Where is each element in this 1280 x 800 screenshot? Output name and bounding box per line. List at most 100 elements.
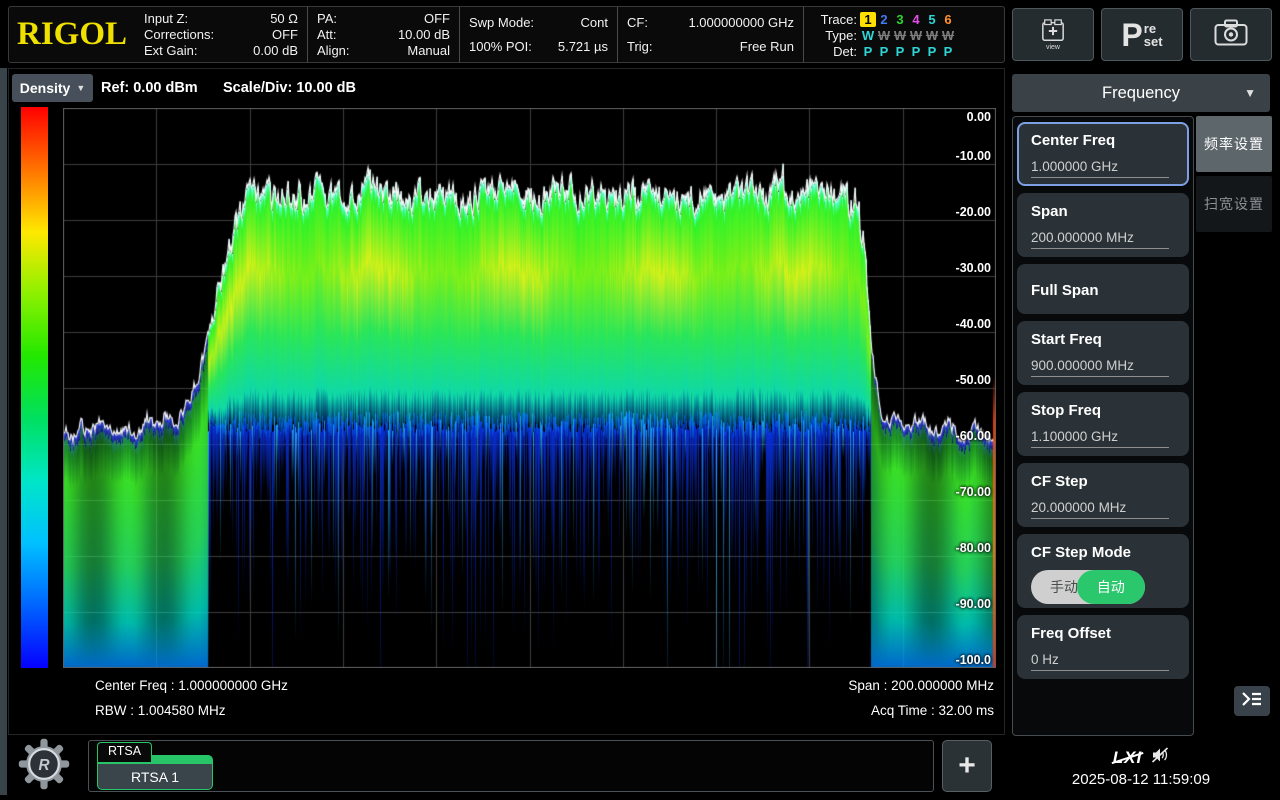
gear-icon: R <box>16 737 72 796</box>
trace-mode-dropdown[interactable]: Density ▼ <box>12 74 93 102</box>
multi-view-icon <box>1039 19 1067 43</box>
trace-number: 2 <box>876 12 892 27</box>
menu-item-freq-offset[interactable]: Freq Offset 0 Hz <box>1017 615 1189 679</box>
menu-item-stop-freq[interactable]: Stop Freq 1.100000 GHz <box>1017 392 1189 456</box>
panel-title-dropdown[interactable]: Frequency ▼ <box>1012 74 1270 112</box>
multi-view-label: view <box>1046 44 1060 51</box>
trace-type: W <box>940 28 956 43</box>
add-mode-button[interactable]: + <box>942 740 992 792</box>
corrections-label: Corrections: <box>144 27 214 43</box>
att-label: Att: <box>317 27 337 43</box>
mode-tab-strip: RTSA RTSA 1 <box>88 740 934 792</box>
chevron-down-icon: ▼ <box>76 83 85 93</box>
align-label: Align: <box>317 43 350 59</box>
corrections-value: OFF <box>272 27 298 43</box>
lxi-indicator: LXI <box>1113 748 1142 768</box>
screenshot-button[interactable] <box>1190 8 1272 61</box>
status-acq-time: Acq Time : 32.00 ms <box>871 703 994 718</box>
trace-type: W <box>924 28 940 43</box>
scale-per-div-readout[interactable]: Scale/Div: 10.00 dB <box>223 80 356 96</box>
trace-row-label: Trace: <box>813 12 857 27</box>
att-value: 10.00 dB <box>398 27 450 43</box>
trace-type: W <box>892 28 908 43</box>
trace-detector: P <box>940 44 956 59</box>
ref-level-readout[interactable]: Ref: 0.00 dBm <box>101 80 198 96</box>
pa-value: OFF <box>424 11 450 27</box>
poi-label: 100% POI: <box>469 35 532 59</box>
header-group-cf: CF: 1.000000000 GHz Trig: Free Run <box>617 7 803 62</box>
spectrum-plot[interactable] <box>63 108 996 668</box>
menu-item-center-freq[interactable]: Center Freq 1.000000 GHz <box>1017 122 1189 186</box>
system-datetime: 2025-08-12 11:59:09 <box>1072 771 1210 788</box>
trace-number: 1 <box>860 12 876 27</box>
status-header: RIGOL Input Z: 50 Ω Corrections: OFF Ext G… <box>8 6 1005 63</box>
preset-icon: P reset <box>1121 20 1162 50</box>
multi-view-button[interactable]: view <box>1012 8 1094 61</box>
status-rbw: RBW : 1.004580 MHz <box>95 703 226 718</box>
type-row-label: Type: <box>813 28 857 43</box>
frequency-panel: Frequency ▼ Center Freq 1.000000 GHz Spa… <box>1010 68 1272 740</box>
panel-side-tabs: 频率设置 扫宽设置 <box>1196 116 1272 232</box>
camera-icon <box>1214 19 1248 51</box>
swpmode-value: Cont <box>581 11 608 35</box>
trace-number: 3 <box>892 12 908 27</box>
toggle-auto-option[interactable]: 自动 <box>1077 570 1145 604</box>
header-buttons: view P reset <box>1012 8 1272 61</box>
extgain-label: Ext Gain: <box>144 43 197 59</box>
cf-label: CF: <box>627 11 648 35</box>
inputz-value: 50 Ω <box>270 11 298 27</box>
tab-rtsa-group[interactable]: RTSA RTSA 1 <box>97 742 213 790</box>
inputz-label: Input Z: <box>144 11 188 27</box>
det-row-label: Det: <box>813 44 857 59</box>
swpmode-label: Swp Mode: <box>469 11 534 35</box>
menu-item-cf-step[interactable]: CF Step 20.000000 MHz <box>1017 463 1189 527</box>
menu-expand-button[interactable] <box>1234 686 1270 716</box>
preset-button[interactable]: P reset <box>1101 8 1183 61</box>
trace-status-matrix: Trace: 1 2 3 4 5 6 Type: W W W W W W Det… <box>803 7 951 62</box>
chevron-down-icon: ▼ <box>1244 86 1256 100</box>
menu-item-start-freq[interactable]: Start Freq 900.000000 MHz <box>1017 321 1189 385</box>
trace-number: 6 <box>940 12 956 27</box>
cf-value: 1.000000000 GHz <box>688 11 794 35</box>
trace-detector: P <box>892 44 908 59</box>
pa-label: PA: <box>317 11 337 27</box>
trace-detector: P <box>924 44 940 59</box>
tab-sweep-settings[interactable]: 扫宽设置 <box>1196 176 1272 232</box>
extgain-value: 0.00 dB <box>253 43 298 59</box>
cf-step-mode-toggle[interactable]: 手动 自动 <box>1031 570 1145 604</box>
rtsa-group-label: RTSA <box>97 742 152 762</box>
spectrum-display: Density ▼ Ref: 0.00 dBm Scale/Div: 10.00… <box>8 68 1005 735</box>
header-group-input: Input Z: 50 Ω Corrections: OFF Ext Gain: 0.… <box>135 7 307 62</box>
system-gear-button[interactable]: R <box>12 738 76 794</box>
trace-detector: P <box>876 44 892 59</box>
menu-item-span[interactable]: Span 200.000000 MHz <box>1017 193 1189 257</box>
status-center-freq: Center Freq : 1.000000000 GHz <box>95 678 288 693</box>
density-colorbar <box>21 107 48 668</box>
trace-number: 4 <box>908 12 924 27</box>
trace-mode-value: Density <box>20 80 71 96</box>
trig-label: Trig: <box>627 35 653 59</box>
tab-frequency-settings[interactable]: 频率设置 <box>1196 116 1272 172</box>
menu-box: Center Freq 1.000000 GHz Span 200.000000… <box>1012 116 1194 736</box>
align-value: Manual <box>407 43 450 59</box>
trace-type: W <box>908 28 924 43</box>
status-span: Span : 200.000000 MHz <box>848 678 994 693</box>
speaker-muted-icon <box>1151 747 1169 768</box>
poi-value: 5.721 µs <box>558 35 608 59</box>
menu-item-cf-step-mode[interactable]: CF Step Mode 手动 自动 <box>1017 534 1189 608</box>
panel-title-label: Frequency <box>1102 84 1180 103</box>
trace-detector: P <box>908 44 924 59</box>
svg-text:R: R <box>38 756 49 773</box>
menu-item-full-span[interactable]: Full Span <box>1017 264 1189 314</box>
trace-detector: P <box>860 44 876 59</box>
menu-expand-icon <box>1241 691 1263 712</box>
left-bezel <box>0 68 7 795</box>
taskbar: R RTSA RTSA 1 + <box>8 737 1005 795</box>
rigol-logo: RIGOL <box>9 7 135 62</box>
rigol-rtsa-screen: RIGOL Input Z: 50 Ω Corrections: OFF Ext G… <box>0 0 1280 800</box>
footer-status: LXI 2025-08-12 11:59:09 <box>1010 740 1272 795</box>
header-group-sweep: Swp Mode: Cont 100% POI: 5.721 µs <box>459 7 617 62</box>
trig-value: Free Run <box>740 35 794 59</box>
trace-type: W <box>860 28 876 43</box>
header-group-pa: PA: OFF Att: 10.00 dB Align: Manual <box>307 7 459 62</box>
